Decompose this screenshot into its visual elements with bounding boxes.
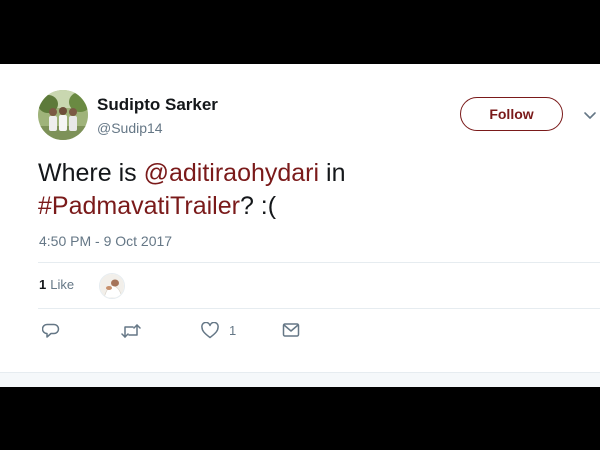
mention-link[interactable]: @aditiraohydari (144, 159, 319, 187)
reply-icon (42, 323, 60, 338)
author-display-name[interactable]: Sudipto Sarker (97, 95, 218, 115)
tweet-text: Where is @aditiraohydari in #PadmavatiTra… (38, 157, 345, 223)
likes-count: 1 (39, 277, 47, 292)
envelope-icon (282, 323, 300, 337)
author-handle[interactable]: @Sudip14 (97, 120, 163, 136)
divider (38, 308, 600, 309)
heart-icon (201, 322, 219, 339)
hashtag-link[interactable]: #PadmavatiTrailer (38, 192, 240, 220)
tweet-text-prefix: Where is (38, 159, 144, 187)
reply-button[interactable] (42, 322, 60, 340)
tweet-text-suffix: ? :( (239, 192, 277, 220)
retweet-icon (121, 324, 141, 338)
follow-button[interactable]: Follow (460, 97, 563, 131)
direct-message-button[interactable] (282, 322, 300, 338)
like-count: 1 (229, 323, 237, 338)
tweet-timestamp[interactable]: 4:50 PM - 9 Oct 2017 (39, 233, 172, 249)
likes-label: Like (50, 277, 75, 292)
divider (38, 262, 600, 263)
tweet-text-middle: in (319, 159, 346, 187)
tweet-card: Sudipto Sarker @Sudip14 Follow Where is … (0, 64, 600, 372)
card-footer-strip (0, 372, 600, 387)
chevron-down-icon[interactable] (583, 108, 597, 119)
profile-photo-icon (38, 90, 88, 140)
liker-avatar[interactable] (99, 273, 125, 299)
likes-summary[interactable]: 1 Like (39, 277, 74, 292)
liker-photo-icon (100, 274, 124, 298)
author-avatar[interactable] (38, 90, 88, 140)
retweet-button[interactable] (121, 322, 141, 340)
like-button[interactable]: 1 (201, 322, 236, 339)
